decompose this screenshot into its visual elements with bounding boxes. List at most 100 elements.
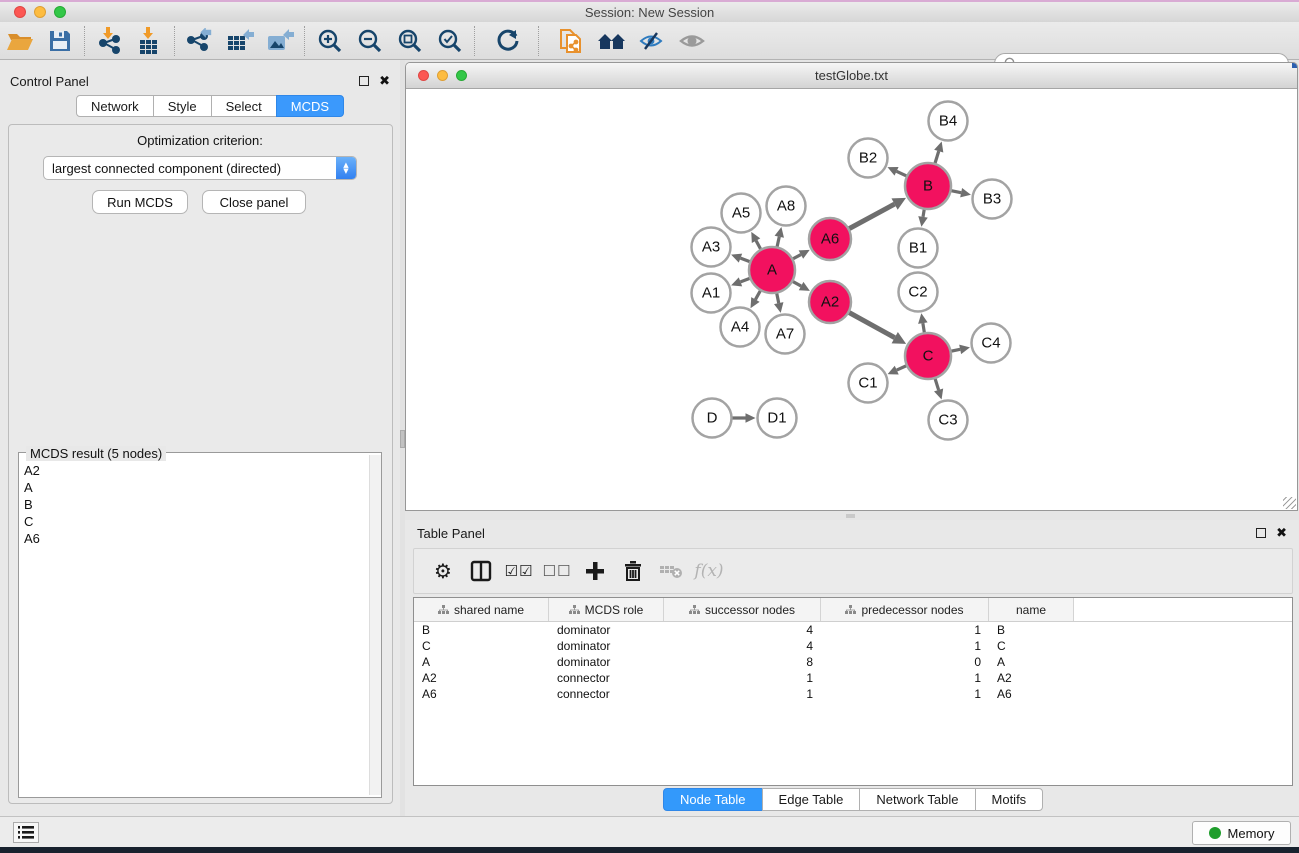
optimization-criterion-select[interactable]: largest connected component (directed) ▲… [43, 156, 357, 180]
table-cell[interactable]: A2 [414, 671, 549, 685]
clone-network-button[interactable] [552, 25, 592, 57]
table-cell[interactable]: 0 [821, 655, 989, 669]
table-cell[interactable]: connector [549, 687, 664, 701]
column-header-shared-name[interactable]: shared name [414, 598, 549, 621]
result-list-scrollbar[interactable] [369, 455, 381, 795]
table-cell[interactable]: A6 [414, 687, 549, 701]
zoom-fit-button[interactable] [390, 25, 430, 57]
open-session-button[interactable] [0, 25, 40, 57]
table-row[interactable]: Adominator80A [414, 654, 1292, 670]
column-header-successor-nodes[interactable]: successor nodes [664, 598, 821, 621]
run-mcds-button[interactable]: Run MCDS [92, 190, 188, 214]
task-history-button[interactable] [13, 822, 39, 843]
network-resize-grip[interactable] [1283, 497, 1296, 509]
mcds-result-item[interactable]: A [20, 479, 368, 496]
tab-node-table[interactable]: Node Table [663, 788, 763, 811]
mcds-result-item[interactable]: A6 [20, 530, 368, 547]
delete-column-button[interactable] [614, 553, 652, 589]
table-settings-button[interactable]: ⚙ [424, 553, 462, 589]
graph-edge-arrowhead [918, 313, 927, 324]
zoom-in-button[interactable] [310, 25, 350, 57]
save-session-button[interactable] [40, 25, 80, 57]
graph-edge-arrowhead [918, 216, 927, 227]
graph-node-label: A4 [731, 319, 749, 336]
import-network-button[interactable] [90, 25, 130, 57]
import-table-button[interactable] [130, 25, 170, 57]
graph-edge-arrowhead [746, 413, 756, 423]
table-cell[interactable]: C [989, 639, 1074, 653]
zoom-selected-button[interactable] [430, 25, 470, 57]
float-panel-icon[interactable] [359, 76, 369, 86]
table-cell[interactable]: 1 [821, 687, 989, 701]
select-all-rows-button[interactable]: ☑☑ [500, 553, 538, 589]
export-image-button[interactable] [260, 25, 300, 57]
table-cell[interactable]: B [989, 623, 1074, 637]
eye-button[interactable] [672, 25, 712, 57]
table-row[interactable]: A6connector11A6 [414, 686, 1292, 702]
graph-node-label: B4 [939, 113, 957, 130]
export-network-button[interactable] [180, 25, 220, 57]
network-graph-canvas[interactable]: B4B2BB3A5A8A6A3AB1A1A2C2A4A7C4CC1C3DD1 [406, 89, 1297, 510]
table-row[interactable]: Bdominator41B [414, 622, 1292, 638]
show-hide-graphics-button[interactable] [632, 25, 672, 57]
table-toolbar: ⚙ ☑☑ ☐☐ [413, 548, 1293, 594]
table-cell[interactable]: A2 [989, 671, 1074, 685]
table-cell[interactable]: connector [549, 671, 664, 685]
table-cell[interactable]: dominator [549, 639, 664, 653]
export-table-button[interactable] [220, 25, 260, 57]
zoom-out-button[interactable] [350, 25, 390, 57]
mcds-result-item[interactable]: C [20, 513, 368, 530]
mcds-result-item[interactable]: B [20, 496, 368, 513]
table-cell[interactable]: 4 [664, 639, 821, 653]
column-header-name[interactable]: name [989, 598, 1074, 621]
column-visibility-button[interactable] [462, 553, 500, 589]
graph-node-label: C4 [981, 335, 1000, 352]
table-cell[interactable]: 4 [664, 623, 821, 637]
horizontal-splitter-handle[interactable] [846, 514, 855, 518]
column-header-predecessor-nodes[interactable]: predecessor nodes [821, 598, 989, 621]
table-close-panel-icon[interactable]: ✖ [1276, 527, 1287, 540]
tab-motifs[interactable]: Motifs [975, 788, 1044, 811]
tab-network-table[interactable]: Network Table [859, 788, 975, 811]
open-folder-icon [6, 29, 34, 53]
deselect-all-rows-button[interactable]: ☐☐ [538, 553, 576, 589]
table-cell[interactable]: dominator [549, 655, 664, 669]
tab-mcds[interactable]: MCDS [276, 95, 344, 117]
table-float-panel-icon[interactable] [1256, 528, 1266, 538]
eye-icon [678, 29, 706, 53]
graph-edge-arrowhead [775, 227, 784, 238]
memory-button[interactable]: Memory [1192, 821, 1291, 845]
network-window-titlebar[interactable]: testGlobe.txt [406, 63, 1297, 89]
table-row[interactable]: A2connector11A2 [414, 670, 1292, 686]
table-cell[interactable]: A6 [989, 687, 1074, 701]
tab-edge-table[interactable]: Edge Table [762, 788, 861, 811]
import-table-icon [137, 27, 163, 55]
close-panel-icon[interactable]: ✖ [379, 75, 390, 88]
table-cell[interactable]: A [414, 655, 549, 669]
graph-node-label: B2 [859, 150, 877, 167]
create-column-button[interactable] [576, 553, 614, 589]
table-cell[interactable]: B [414, 623, 549, 637]
mcds-result-list[interactable]: A2ABCA6 [20, 462, 368, 794]
table-cell[interactable]: 1 [664, 671, 821, 685]
mcds-result-item[interactable]: A2 [20, 462, 368, 479]
table-cell[interactable]: dominator [549, 623, 664, 637]
graph-node-label: A5 [732, 205, 750, 222]
table-cell[interactable]: 8 [664, 655, 821, 669]
table-cell[interactable]: 1 [821, 639, 989, 653]
close-panel-button[interactable]: Close panel [202, 190, 306, 214]
home-networks-button[interactable] [592, 25, 632, 57]
table-cell[interactable]: 1 [821, 671, 989, 685]
tab-style[interactable]: Style [153, 95, 212, 117]
table-cell[interactable]: C [414, 639, 549, 653]
refresh-button[interactable] [488, 25, 528, 57]
function-builder-button[interactable]: f(x) [690, 553, 728, 589]
table-cell[interactable]: A [989, 655, 1074, 669]
tab-network[interactable]: Network [76, 95, 154, 117]
table-cell[interactable]: 1 [664, 687, 821, 701]
table-cell[interactable]: 1 [821, 623, 989, 637]
tab-select[interactable]: Select [211, 95, 277, 117]
table-row[interactable]: Cdominator41C [414, 638, 1292, 654]
delete-table-button[interactable] [652, 553, 690, 589]
column-header-mcds-role[interactable]: MCDS role [549, 598, 664, 621]
